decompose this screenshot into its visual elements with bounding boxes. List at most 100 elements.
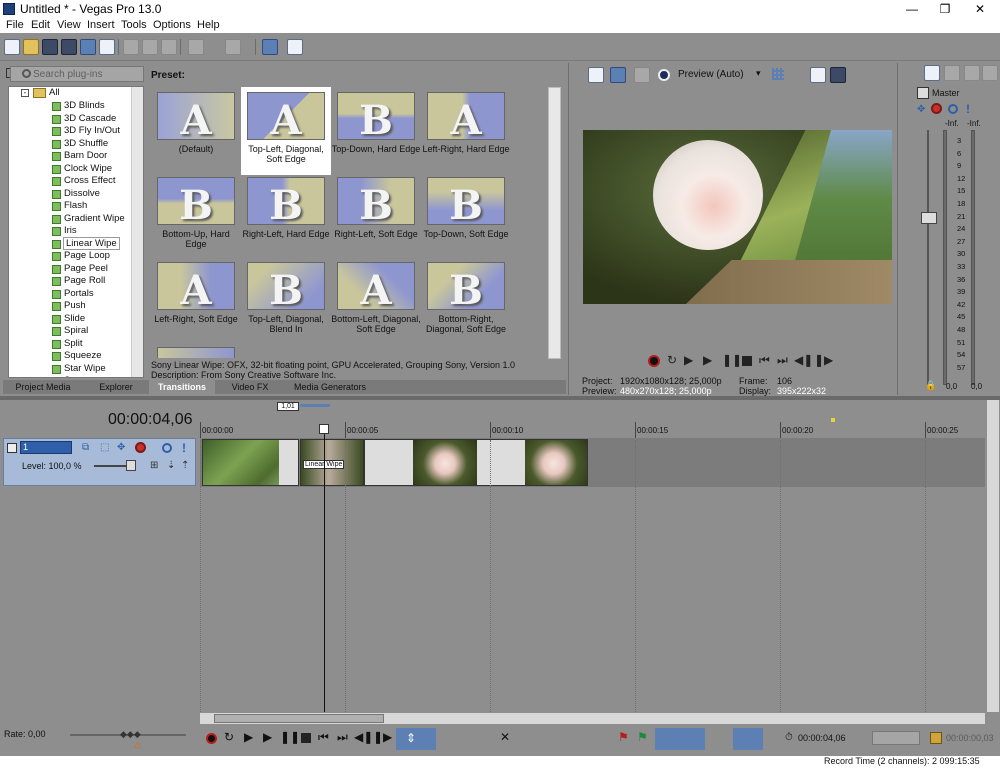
maximize-button[interactable]: ❐ [928,0,962,18]
preset-thumbnail[interactable]: B Right-Left, Soft Edge [331,172,421,260]
stop-icon[interactable] [742,356,752,366]
preset-thumbnail[interactable]: B Bottom-Up, Hard Edge [151,172,241,260]
plugin-item[interactable]: Cross Effect [52,175,116,187]
end-time[interactable]: 00:00:00,03 [946,733,994,743]
main-play-from-start-icon[interactable]: ▶ [244,730,253,744]
collapse-icon[interactable]: - [21,89,29,97]
main-stop-icon[interactable] [301,733,311,743]
plugin-item[interactable]: Linear Wipe [52,236,120,250]
downmix-icon[interactable] [944,65,960,81]
preset-thumbnail[interactable]: B Top-Down, Soft Edge [421,172,511,260]
pan-icon[interactable]: ✥ [917,104,925,115]
new-file-icon[interactable] [4,39,20,55]
plugin-item[interactable]: 3D Shuffle [52,138,108,150]
fader-lock-icon[interactable]: 🔒 [925,380,936,391]
marker-icon[interactable] [831,418,835,422]
plugin-item[interactable]: Page Peel [52,263,108,275]
track-motion-icon[interactable]: ⬚ [100,442,109,453]
overlays-grid-icon[interactable] [772,68,784,80]
paste-icon[interactable] [161,39,177,55]
solo-icon[interactable]: ! [966,102,970,116]
preview-properties-icon[interactable] [588,67,604,83]
make-compositing-parent-icon[interactable]: ⇡ [181,460,189,471]
preset-thumbnail[interactable]: B Top-Down, Hard Edge [331,87,421,175]
go-to-end-icon[interactable]: ⏭ [777,353,788,368]
save-as-icon[interactable] [61,39,77,55]
menu-options[interactable]: Options [153,19,191,31]
preset-thumbnail[interactable]: A Left-Right, Hard Edge [421,87,511,175]
whats-this-help-icon[interactable] [287,39,303,55]
track-number[interactable]: 1 [20,441,72,454]
plugin-item[interactable]: Dissolve [52,188,100,200]
main-prev-frame-icon[interactable]: ◀❚ [354,730,373,744]
undo-icon[interactable] [188,39,204,55]
preset-thumbnail[interactable]: A Left-Right, Soft Edge [151,257,241,345]
track-fx-icon[interactable] [135,442,146,453]
plugin-item[interactable]: Flash [52,200,87,212]
main-record-icon[interactable] [206,733,217,744]
copy-snapshot-icon[interactable] [810,67,826,83]
playhead-handle[interactable] [319,424,329,434]
cursor-time[interactable]: 00:00:04,06 [798,733,846,743]
plugin-item[interactable]: Gradient Wipe [52,213,125,225]
master-fx-icon[interactable] [931,103,942,114]
master-fader[interactable] [921,130,937,385]
plugin-item[interactable]: Page Loop [52,250,110,262]
video-clip-1[interactable] [202,439,299,486]
preset-thumbnail[interactable]: B Bottom-Right, Diagonal, Soft Edge [421,257,511,345]
play-from-start-icon[interactable]: ▶ [684,353,693,367]
main-loop-icon[interactable]: ↻ [224,730,234,744]
menu-file[interactable]: File [6,19,24,31]
copy-icon[interactable] [142,39,158,55]
tab-media-generators[interactable]: Media Generators [285,380,375,394]
go-to-start-icon[interactable]: ⏮ [759,353,770,368]
master-properties-icon[interactable] [924,65,940,81]
plugin-item[interactable]: 3D Blinds [52,100,105,112]
cut-icon[interactable] [123,39,139,55]
minimize-button[interactable]: — [895,0,929,18]
tree-root-all[interactable]: All [49,87,60,99]
plugin-item[interactable]: 3D Fly In/Out [52,125,120,137]
track-collapse-icon[interactable] [7,443,17,453]
loop-region-badge[interactable]: 1,01 [277,402,299,411]
track-solo-icon[interactable]: ! [182,441,186,455]
plugin-tree-scrollbar[interactable] [131,87,143,377]
tab-project-media[interactable]: Project Media [3,380,83,394]
composite-mode-icon[interactable]: ⧉ [82,442,89,453]
properties-icon[interactable] [99,39,115,55]
next-frame-icon[interactable]: ❚▶ [814,353,833,367]
close-button[interactable]: ✕ [963,0,997,18]
plugin-item[interactable]: Star Wipe [52,363,106,375]
selection-length-field[interactable] [872,731,920,745]
split-screen-icon[interactable] [658,69,670,81]
plugin-item[interactable]: Squeeze [52,350,102,362]
main-go-end-icon[interactable]: ⏭ [337,730,348,745]
menu-view[interactable]: View [57,19,81,31]
video-track-header[interactable]: 1 ⧉ ⬚ ✥ ! Level: 100,0 % ⊞ ⇣ ⇡ [3,438,196,486]
plugin-item[interactable]: Portals [52,288,94,300]
preset-thumbnail[interactable]: B Right-Left, Hard Edge [241,172,331,260]
preset-thumbnail[interactable]: B Top-Left, Diagonal, Blend In [241,257,331,345]
plugin-item[interactable]: 3D Cascade [52,113,116,125]
preset-scrollbar[interactable] [548,87,561,359]
video-clip-2[interactable] [364,439,588,486]
plugin-item[interactable]: Swap [64,375,88,377]
auto-ripple-tool[interactable] [733,728,763,750]
loop-playback-icon[interactable]: ↻ [667,353,677,367]
track-pan-icon[interactable]: ✥ [117,442,125,453]
video-fx-icon[interactable] [634,67,650,83]
tab-explorer[interactable]: Explorer [83,380,149,394]
loop-region-bar[interactable] [300,404,330,407]
delete-icon[interactable]: ✕ [500,730,510,744]
insert-region-icon[interactable]: ⚑ [637,730,648,744]
timeline-hscroll[interactable] [200,713,985,724]
plugin-item[interactable]: Split [52,338,82,350]
menu-insert[interactable]: Insert [87,19,115,31]
mute-icon[interactable] [948,104,958,114]
fader-handle[interactable] [921,212,937,224]
make-compositing-child-icon[interactable]: ⇣ [167,460,175,471]
preview-quality-dropdown[interactable]: Preview (Auto) [678,69,744,80]
main-pause-icon[interactable]: ❚❚ [280,730,300,744]
open-folder-icon[interactable] [23,39,39,55]
playhead-cursor[interactable] [324,424,325,712]
